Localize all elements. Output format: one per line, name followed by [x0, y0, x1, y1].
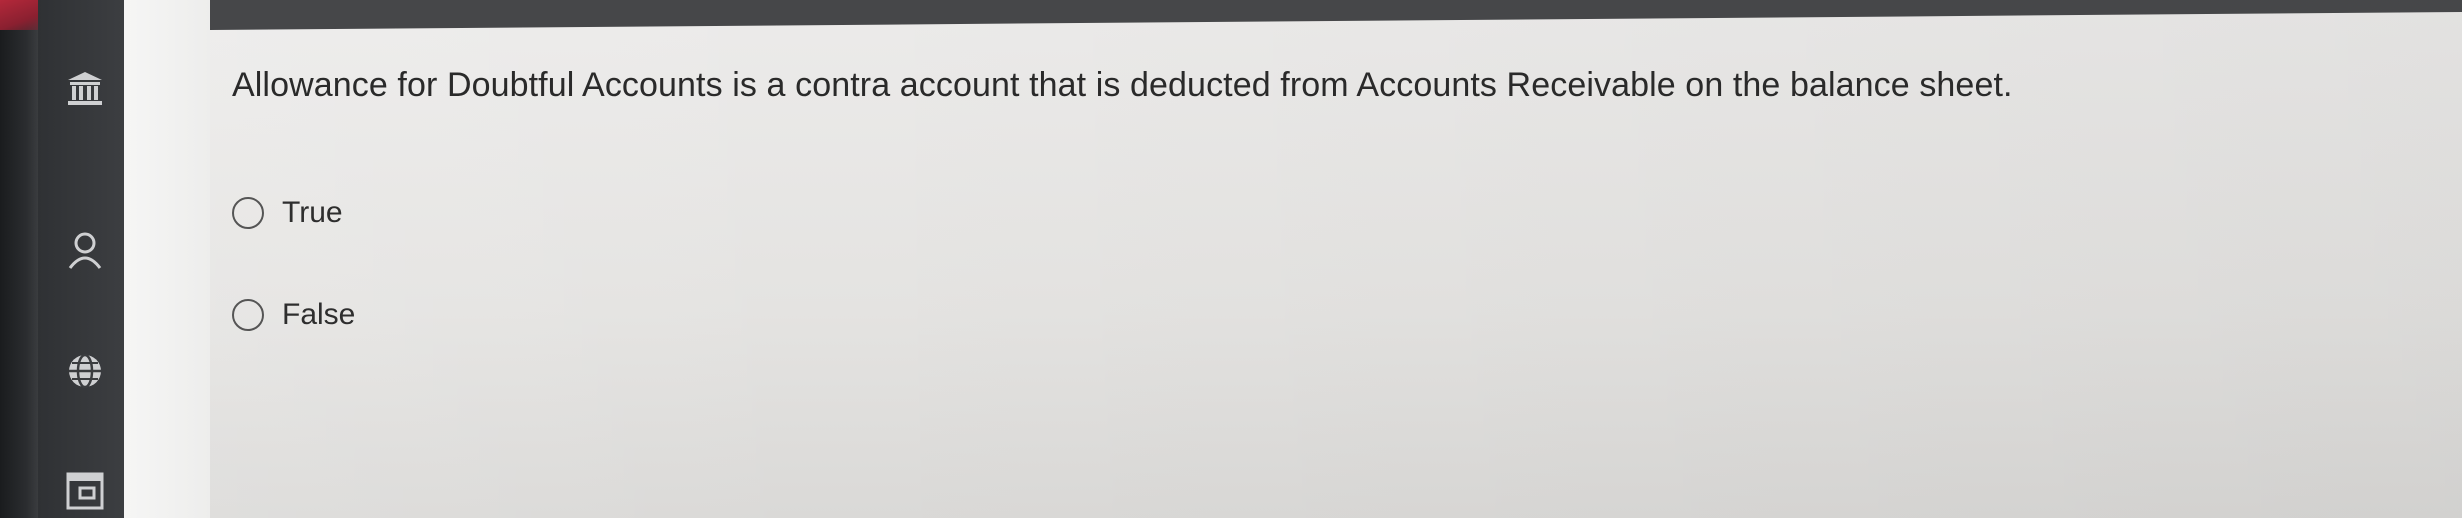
- institution-icon[interactable]: [62, 66, 108, 112]
- calendar-icon[interactable]: [62, 468, 108, 514]
- screen: Allowance for Doubtful Accounts is a con…: [0, 0, 2462, 518]
- question-text: Allowance for Doubtful Accounts is a con…: [232, 66, 2013, 104]
- option-false-label: False: [282, 298, 356, 331]
- globe-icon[interactable]: [62, 348, 108, 394]
- option-true[interactable]: True: [232, 196, 343, 230]
- sidebar: [38, 0, 124, 518]
- left-bezel: [0, 0, 38, 518]
- radio-true[interactable]: [232, 197, 264, 229]
- content-margin: [124, 0, 210, 518]
- option-true-label: True: [282, 196, 343, 229]
- user-icon[interactable]: [62, 228, 108, 274]
- option-false[interactable]: False: [232, 298, 355, 332]
- radio-false[interactable]: [232, 299, 264, 331]
